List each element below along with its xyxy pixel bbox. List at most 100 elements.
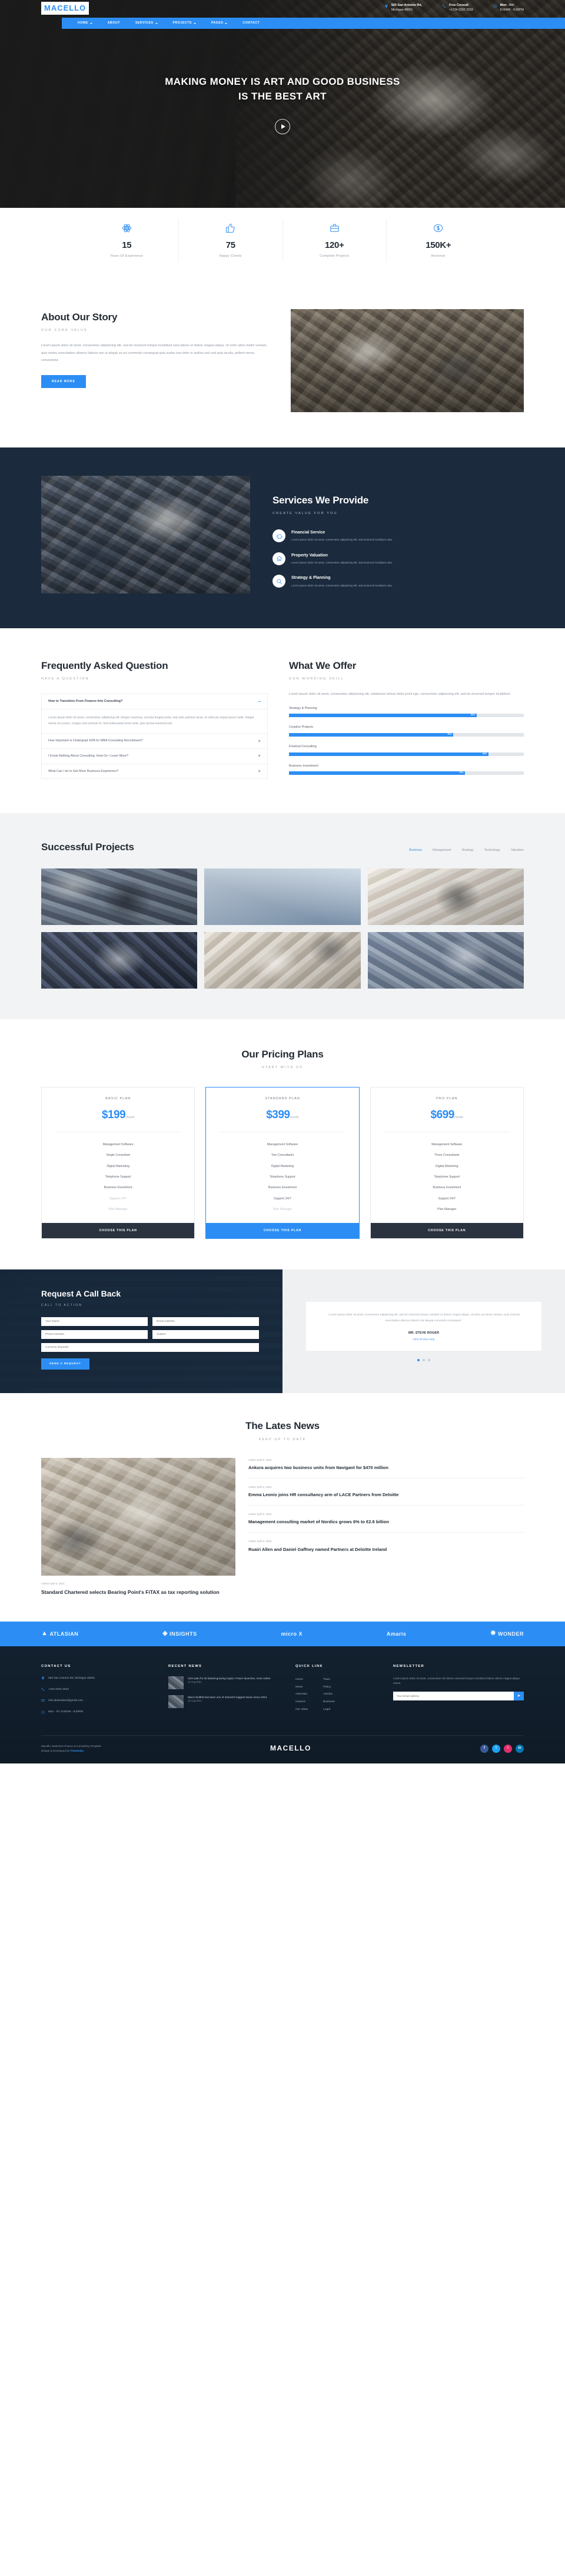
nav-item-pages[interactable]: PAGES [204, 21, 235, 25]
partner-logo-atlasian[interactable]: ▲ ATLASIAN [41, 1629, 78, 1639]
send-request-button[interactable]: SEND A REQUEST [41, 1358, 89, 1370]
hero-headline-line2: IS THE BEST ART [238, 90, 327, 102]
progress-value: 85% [482, 752, 487, 755]
project-thumbnail[interactable] [367, 868, 524, 925]
faq-question-header[interactable]: I Know Nothing About Consulting. How Do … [42, 749, 267, 764]
callback-phone-input[interactable] [41, 1330, 148, 1340]
topbar-hours-line1: Mon - Fri: [500, 4, 515, 8]
footer-link-policy[interactable]: Policy [323, 1683, 334, 1691]
news-item[interactable]: Admin April 6, 2021 Ankura acquires two … [248, 1458, 524, 1478]
twitter-icon[interactable]: t [492, 1744, 500, 1753]
footer-link-careers[interactable]: Careers [295, 1699, 308, 1706]
partner-logo-insights[interactable]: ◈ INSIGHTS [162, 1629, 197, 1639]
site-logo[interactable]: MACELLO [41, 1, 89, 15]
partner-name: WONDER [497, 1631, 524, 1637]
service-item-strategy[interactable]: Strategy & Planning Lorem ipsum dolor si… [272, 575, 524, 588]
footer-news-thumbnail [168, 1676, 184, 1689]
plan-feature: Telephone Support [105, 1175, 131, 1179]
nav-item-projects[interactable]: PROJECTS [165, 21, 204, 25]
choose-plan-button[interactable]: CHOOSE THIS PLAN [42, 1223, 195, 1239]
skills-column: What We Offer OUR WORKING SKILL Lorem ip… [289, 658, 524, 775]
project-filter-management[interactable]: Management [433, 848, 451, 853]
faq-question-header[interactable]: What Can I do to Get More Business Exper… [42, 764, 267, 779]
nav-item-services[interactable]: SERVICES [128, 21, 165, 25]
plus-icon: + [258, 768, 261, 774]
carousel-dot-1[interactable] [417, 1358, 420, 1361]
partner-logo-wonder[interactable]: ✹ WONDER [490, 1629, 524, 1639]
nav-item-home[interactable]: HOME [70, 21, 100, 25]
facebook-icon[interactable]: f [480, 1744, 488, 1753]
news-item-meta: Admin April 6, 2021 [248, 1513, 272, 1516]
footer-link-our-value[interactable]: Our Value [295, 1706, 308, 1713]
project-thumbnail[interactable] [41, 868, 198, 925]
instagram-icon[interactable]: i [504, 1744, 512, 1753]
footer-newsletter-column: NEWSLETTER Lorem ipsum dolor sit amet, c… [393, 1664, 524, 1721]
phone-icon [41, 1688, 45, 1693]
news-featured-image [41, 1457, 235, 1576]
linkedin-icon[interactable]: in [516, 1744, 524, 1753]
news-item-headline: Ankura acquires two business units from … [248, 1464, 388, 1470]
callback-email-input[interactable] [152, 1317, 259, 1327]
plan-feature: Digital Marketing [271, 1164, 294, 1168]
footer-link-list-1: Home News Advertise Careers Our Value [295, 1676, 308, 1713]
project-thumbnail[interactable] [204, 868, 361, 925]
partner-logo-amaris[interactable]: Amaris [387, 1630, 407, 1638]
projects-grid [41, 868, 524, 989]
partner-logo-microx[interactable]: micro X [281, 1630, 303, 1638]
topbar-contact-address: 920 San Antonio Rd, Michigan 48001 [384, 4, 422, 12]
newsletter-email-input[interactable] [393, 1692, 514, 1701]
projects-filter-list: Business Management Strategy Technology … [409, 848, 524, 856]
plan-price: $399 [266, 1108, 290, 1121]
footer-link-articles[interactable]: Articles [323, 1691, 334, 1699]
play-video-button[interactable] [275, 119, 290, 135]
footer-link-home[interactable]: Home [295, 1676, 308, 1684]
newsletter-submit-button[interactable]: ➤ [514, 1692, 524, 1701]
footer-news-item[interactable]: Macro Buffett has been one of interest's… [168, 1695, 280, 1708]
news-featured[interactable]: Admin April 6, 2021 Standard Chartered s… [41, 1457, 235, 1596]
plan-feature: Telephone Support [270, 1175, 295, 1179]
project-thumbnail[interactable] [367, 931, 524, 989]
project-thumbnail[interactable] [41, 931, 198, 989]
footer-link-advertise[interactable]: Advertise [295, 1691, 308, 1699]
footer-link-business[interactable]: Business [323, 1699, 334, 1706]
footer-link-legal[interactable]: Legal [323, 1706, 334, 1713]
news-item[interactable]: Admin April 6, 2021 Management consultin… [248, 1512, 524, 1533]
faq-column: Frequently Asked Question HAVE A QUESTIO… [41, 658, 268, 780]
footer-logo[interactable]: MACELLO [270, 1743, 311, 1754]
news-item[interactable]: Admin April 6, 2021 Ruairi Allen and Dan… [248, 1539, 524, 1559]
about-read-more-button[interactable]: READ MORE [41, 374, 86, 389]
nav-item-contact[interactable]: CONTACT [235, 21, 267, 25]
faq-question-header[interactable]: How Important is Undergrad GPA for MBA C… [42, 734, 267, 750]
callback-name-input[interactable] [41, 1317, 148, 1327]
choose-plan-button[interactable]: CHOOSE THIS PLAN [370, 1223, 523, 1239]
faq-question-header[interactable]: How to Transition From Finance Into Cons… [42, 694, 267, 710]
project-filter-technology[interactable]: Technology [484, 848, 500, 853]
footer-link-team[interactable]: Team [323, 1676, 334, 1684]
carousel-dot-3[interactable] [428, 1358, 430, 1361]
nav-item-about[interactable]: ABOUT [100, 21, 128, 25]
news-item[interactable]: Admin April 6, 2021 Emma Leonis joins HR… [248, 1485, 524, 1506]
footer-news-item[interactable]: Citi's plan for its fastest-growing regi… [168, 1676, 280, 1689]
footer-link-news[interactable]: News [295, 1683, 308, 1691]
services-content: Services We Provide CREATE VALUE FOR YOU… [272, 476, 524, 598]
choose-plan-button[interactable]: CHOOSE THIS PLAN [206, 1223, 359, 1239]
piggy-bank-icon [272, 529, 285, 543]
counters-section: 15 Years Of Experience 75 Happy Clients … [0, 208, 565, 275]
progress-value: 70% [447, 733, 452, 736]
callback-subject-input[interactable] [152, 1330, 259, 1340]
service-item-financial[interactable]: Financial Service Lorem ipsum dolor sit … [272, 529, 524, 543]
carousel-dot-2[interactable] [423, 1358, 425, 1361]
news-section: The Lates News KEEP UP TO DATE Admin Apr… [0, 1393, 565, 1622]
project-filter-valuation[interactable]: Valuation [511, 848, 524, 853]
callback-enquiry-input[interactable] [41, 1343, 259, 1352]
footer-news-thumbnail [168, 1695, 184, 1708]
service-item-property[interactable]: Property Valuation Lorem ipsum dolor sit… [272, 552, 524, 566]
project-filter-strategy[interactable]: Strategy [462, 848, 474, 853]
skills-title: What We Offer [289, 660, 357, 672]
footer-copyright-author[interactable]: ThemeSky [70, 1749, 84, 1752]
service-name: Strategy & Planning [291, 576, 331, 581]
plan-feature-list: Management Software Three Consultants Di… [371, 1132, 523, 1223]
plan-feature-disabled: Plan Manager [272, 1207, 293, 1211]
project-thumbnail[interactable] [204, 931, 361, 989]
project-filter-business[interactable]: Business [409, 848, 422, 853]
